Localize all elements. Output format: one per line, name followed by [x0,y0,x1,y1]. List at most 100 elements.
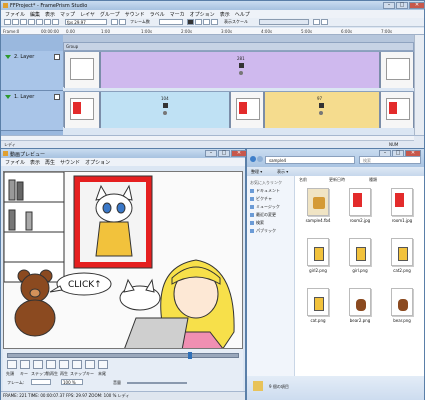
file-item[interactable]: room1.jpg [383,188,421,230]
menu-play[interactable]: 再生 [45,159,55,166]
menu-marker[interactable]: マーカ [170,11,185,18]
file-item[interactable]: girl.png [341,238,379,280]
close-button[interactable]: ✕ [231,150,247,157]
address-bar[interactable]: sample4 [265,156,355,164]
menu-file[interactable]: ファイル [5,11,25,18]
volume-slider[interactable] [127,382,187,384]
step-forward-button[interactable] [72,360,82,369]
play-icon[interactable] [187,19,194,25]
fps-select[interactable]: fps 29.97 [65,19,107,25]
maximize-button[interactable]: □ [396,2,408,9]
minimize-button[interactable]: – [383,2,395,9]
menu-map[interactable]: マップ [60,11,75,18]
clip-keyframe[interactable] [64,52,100,88]
menu-sound[interactable]: サウンド [60,159,80,166]
menu-options[interactable]: オプション [85,159,110,166]
nav-item-music[interactable]: ミュージック [250,204,280,210]
column-header-date[interactable]: 更新日時 [329,177,345,183]
layer-header-1[interactable]: 1. Layer [1,91,63,131]
menu-label[interactable]: ラベル [150,11,165,18]
clip-span[interactable]: 97 [264,92,380,128]
time-ruler[interactable]: Frame:0 00:00:00 0.00 1:00 1:00s 2:00s 3… [1,28,424,35]
views-button[interactable]: 表示 ▾ [277,169,288,175]
nav-item-recent[interactable]: 最近の変更 [250,212,276,218]
preview-canvas[interactable]: CLICK↑ [3,171,243,349]
open-icon[interactable] [12,19,19,25]
search-input[interactable]: 検索 [359,156,421,164]
clip-keyframe[interactable] [380,92,414,128]
column-header-type[interactable]: 種類 [369,177,377,183]
reverse-play-button[interactable] [46,360,56,369]
menu-edit[interactable]: 編集 [30,11,40,18]
file-item[interactable]: cat2.png [383,238,421,280]
horizontal-scrollbar[interactable] [1,136,414,141]
clip-span[interactable]: 104 [100,92,230,128]
file-item[interactable]: bear.png [383,288,421,330]
scale-slider[interactable] [259,19,309,25]
save-icon[interactable] [20,19,27,25]
back-icon[interactable] [250,156,256,162]
expand-icon[interactable] [5,55,11,59]
clip-keyframe[interactable] [380,52,414,88]
expand-icon[interactable] [5,95,11,99]
nav-item-search[interactable]: 検索 [250,220,264,226]
group-bar[interactable]: Group [63,42,414,51]
menu-display[interactable]: 表示 [220,11,230,18]
vertical-scrollbar[interactable] [414,35,424,135]
cursor-icon[interactable] [111,19,118,25]
organize-button[interactable]: 整理 ▾ [251,169,262,175]
seek-bar[interactable] [7,352,239,359]
menu-help[interactable]: ヘルプ [235,11,250,18]
next-key-button[interactable] [85,360,95,369]
stop-icon[interactable] [195,19,202,25]
cut-icon[interactable] [28,19,35,25]
end-icon[interactable] [211,19,218,25]
layer-1-track[interactable]: 104 97 [63,91,414,128]
layer-2-track[interactable]: 281 [63,51,414,88]
clip-span[interactable]: 281 [100,52,380,88]
seek-handle[interactable] [188,352,192,359]
next-frame-icon[interactable] [203,19,210,25]
nav-item-documents[interactable]: ドキュメント [250,188,280,194]
menu-group[interactable]: グループ [100,11,120,18]
copy-icon[interactable] [36,19,43,25]
file-item[interactable]: girl2.png [299,238,337,280]
nav-item-public[interactable]: パブリック [250,228,276,234]
clip-keyframe[interactable] [230,92,264,128]
layer-visible-checkbox[interactable] [54,54,60,60]
hand-icon[interactable] [119,19,126,25]
menu-options[interactable]: オプション [190,11,215,18]
clip-keyframe[interactable] [64,92,100,128]
new-icon[interactable] [4,19,11,25]
forward-icon[interactable] [257,156,263,162]
menu-layer[interactable]: レイヤ [80,11,95,18]
close-button[interactable]: ✕ [409,2,425,9]
menu-view[interactable]: 表示 [45,11,55,18]
zoom-select[interactable]: 100 % [61,379,83,385]
go-start-button[interactable] [7,360,17,369]
file-item[interactable]: bear2.png [341,288,379,330]
zoom-in-icon[interactable] [313,19,320,25]
step-back-button[interactable] [33,360,43,369]
paste-icon[interactable] [44,19,51,25]
layer-header-2[interactable]: 2. Layer [1,51,63,91]
file-item[interactable]: cat.png [299,288,337,330]
menu-sound[interactable]: サウンド [125,11,145,18]
minimize-button[interactable]: – [205,150,217,157]
undo-icon[interactable] [52,19,59,25]
zoom-out-icon[interactable] [321,19,328,25]
frame-count-input[interactable] [159,19,183,25]
prev-key-button[interactable] [20,360,30,369]
go-end-button[interactable] [98,360,108,369]
frame-input[interactable] [31,379,51,385]
nav-item-pictures[interactable]: ピクチャ [250,196,272,202]
layer-visible-checkbox[interactable] [54,94,60,100]
maximize-button[interactable]: □ [218,150,230,157]
marker-strip[interactable] [1,35,424,42]
menu-file[interactable]: ファイル [5,159,25,166]
column-header-name[interactable]: 名前 [299,177,307,183]
menu-view[interactable]: 表示 [30,159,40,166]
file-item[interactable]: room2.jpg [341,188,379,230]
file-item[interactable]: sample4.fb4 [299,188,337,230]
play-button[interactable] [59,360,69,369]
